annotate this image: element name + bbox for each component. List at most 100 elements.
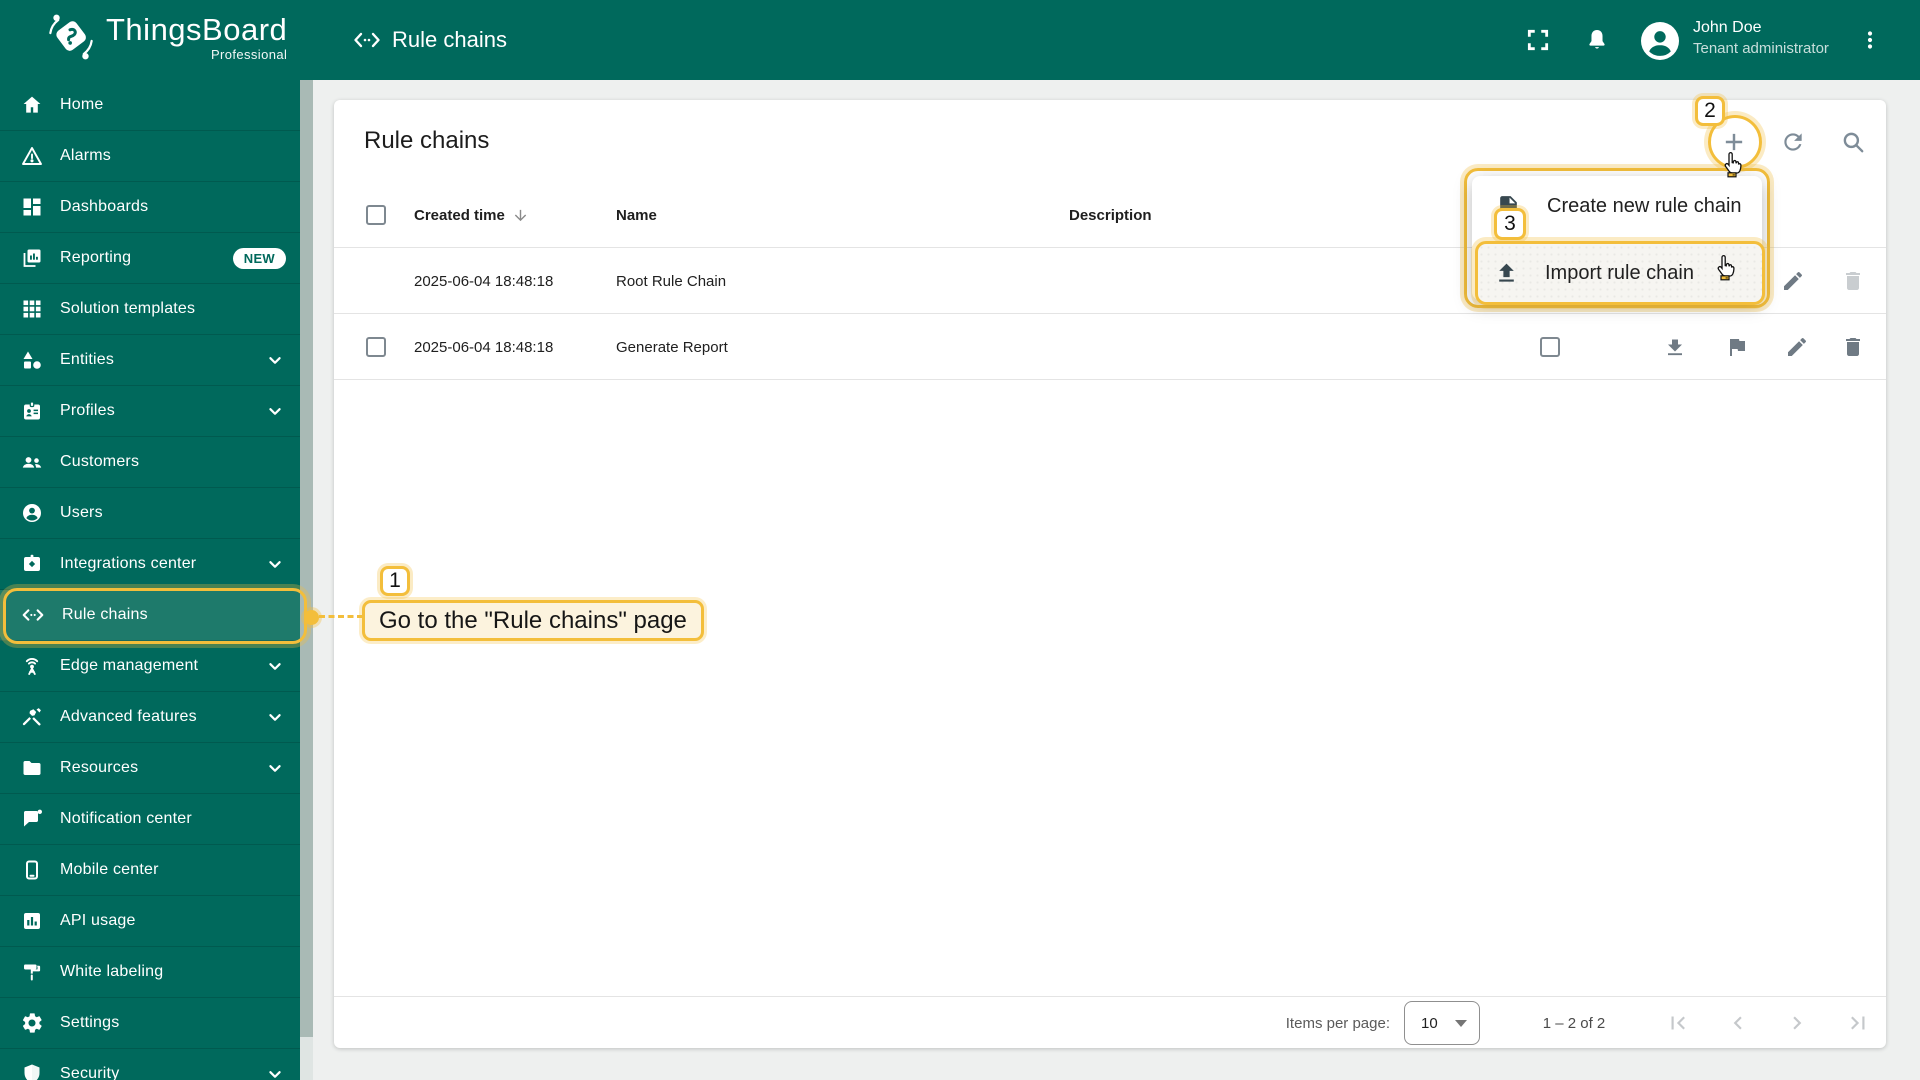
tutorial-step-1-tooltip: Go to the "Rule chains" page [362,600,704,641]
select-all-checkbox[interactable] [366,182,386,248]
download-icon [1663,335,1687,359]
flag-icon [1725,335,1749,359]
column-header-created-time[interactable]: Created time [414,182,529,248]
user-avatar-icon [1641,22,1679,60]
chevron-down-icon [264,553,286,575]
sidebar-scrollbar-thumb[interactable] [300,80,313,1037]
sidebar-item-alarms[interactable]: Alarms [0,131,300,182]
user-name: John Doe [1693,19,1762,36]
top-bar: ThingsBoard Professional Rule chains Joh… [0,0,1920,80]
refresh-icon [1780,129,1806,155]
user-info[interactable]: John Doe Tenant administrator [1693,17,1829,59]
alarm-icon [20,144,44,168]
refresh-button[interactable] [1773,122,1813,162]
checkbox-icon [366,205,386,225]
page-size-select[interactable]: 10 [1404,1001,1480,1045]
sidebar-item-security[interactable]: Security [0,1049,300,1080]
gear-icon [20,1011,44,1035]
sidebar-item-api-usage[interactable]: API usage [0,896,300,947]
home-icon [20,93,44,117]
new-badge: NEW [232,247,286,269]
pagination-bar: Items per page: 10 1 – 2 of 2 [334,996,1886,1048]
app-edition: Professional [210,46,288,62]
tutorial-highlight-menu: Create new rule chain Import rule chain … [1464,168,1770,308]
shield-icon [20,1062,44,1080]
column-header-name[interactable]: Name [616,182,657,248]
thingsboard-logo-icon [46,11,96,63]
chevron-down-icon [264,400,286,422]
chevron-down-icon [264,706,286,728]
people-icon [20,450,44,474]
app-logo[interactable]: ThingsBoard Professional [46,11,287,63]
name-cell: Generate Report [616,338,728,356]
shapes-icon [20,348,44,372]
edit-rule-chain-button[interactable] [1777,327,1817,367]
dashboards-icon [20,195,44,219]
row-checkbox[interactable] [366,314,386,380]
edit-rule-chain-button[interactable] [1773,261,1813,301]
sidebar-item-notification-center[interactable]: Notification center [0,794,300,845]
sidebar-item-resources[interactable]: Resources [0,743,300,794]
phone-icon [20,858,44,882]
select-arrow-icon [1455,1019,1467,1027]
next-page-button[interactable] [1777,1003,1817,1043]
sidebar-item-reporting[interactable]: Reporting NEW [0,233,300,284]
more-menu-button[interactable] [1850,20,1890,60]
root-checkbox[interactable] [1540,314,1560,380]
trash-icon [1841,335,1865,359]
grid-icon [20,297,44,321]
table-row-generate-report[interactable]: 2025-06-04 18:48:18 Generate Report [334,314,1886,380]
page-range-label: 1 – 2 of 2 [1542,1014,1606,1032]
sidebar-item-solution-templates[interactable]: Solution templates [0,284,300,335]
hand-cursor-icon [1713,253,1740,284]
sidebar-item-edge-management[interactable]: Edge management [0,641,300,692]
user-role: Tenant administrator [1693,40,1829,57]
column-header-description[interactable]: Description [1069,182,1152,248]
tools-icon [20,705,44,729]
sidebar-item-customers[interactable]: Customers [0,437,300,488]
sidebar-item-home[interactable]: Home [0,80,300,131]
make-root-button[interactable] [1717,327,1757,367]
delete-rule-chain-button [1833,261,1873,301]
fullscreen-button[interactable] [1518,20,1558,60]
sidebar-item-entities[interactable]: Entities [0,335,300,386]
kebab-menu-icon [1858,28,1882,52]
sidebar-item-advanced-features[interactable]: Advanced features [0,692,300,743]
previous-page-button[interactable] [1718,1003,1758,1043]
sidebar-item-mobile-center[interactable]: Mobile center [0,845,300,896]
export-rule-chain-button[interactable] [1655,327,1695,367]
first-page-button[interactable] [1658,1003,1698,1043]
created-time-cell: 2025-06-04 18:48:18 [414,338,554,356]
chevron-down-icon [264,1063,286,1080]
delete-rule-chain-button[interactable] [1833,327,1873,367]
bell-icon [1584,27,1610,53]
reporting-icon [20,246,44,270]
chart-icon [20,909,44,933]
person-icon [20,501,44,525]
tutorial-step-2-badge: 2 [1695,96,1725,126]
first-page-icon [1665,1010,1691,1036]
sidebar-item-users[interactable]: Users [0,488,300,539]
sidebar-item-white-labeling[interactable]: White labeling [0,947,300,998]
antenna-icon [20,654,44,678]
breadcrumb: Rule chains [352,0,507,80]
avatar[interactable] [1641,22,1679,60]
sidebar-item-settings[interactable]: Settings [0,998,300,1049]
page-size-value: 10 [1421,1014,1438,1032]
folder-icon [20,756,44,780]
notifications-button[interactable] [1577,20,1617,60]
last-page-icon [1845,1010,1871,1036]
page-title: Rule chains [364,127,490,154]
last-page-button[interactable] [1838,1003,1878,1043]
tutorial-step-3-badge: 3 [1494,208,1526,240]
paint-roller-icon [20,960,44,984]
sidebar-item-integrations-center[interactable]: Integrations center [0,539,300,590]
fullscreen-icon [1525,27,1551,53]
sidebar-item-profiles[interactable]: Profiles [0,386,300,437]
search-button[interactable] [1833,122,1873,162]
chevron-down-icon [264,655,286,677]
sort-arrow-down-icon [512,207,529,224]
rule-chain-breadcrumb-icon [352,28,382,52]
sidebar-item-dashboards[interactable]: Dashboards [0,182,300,233]
tutorial-step-1-badge: 1 [380,566,410,596]
